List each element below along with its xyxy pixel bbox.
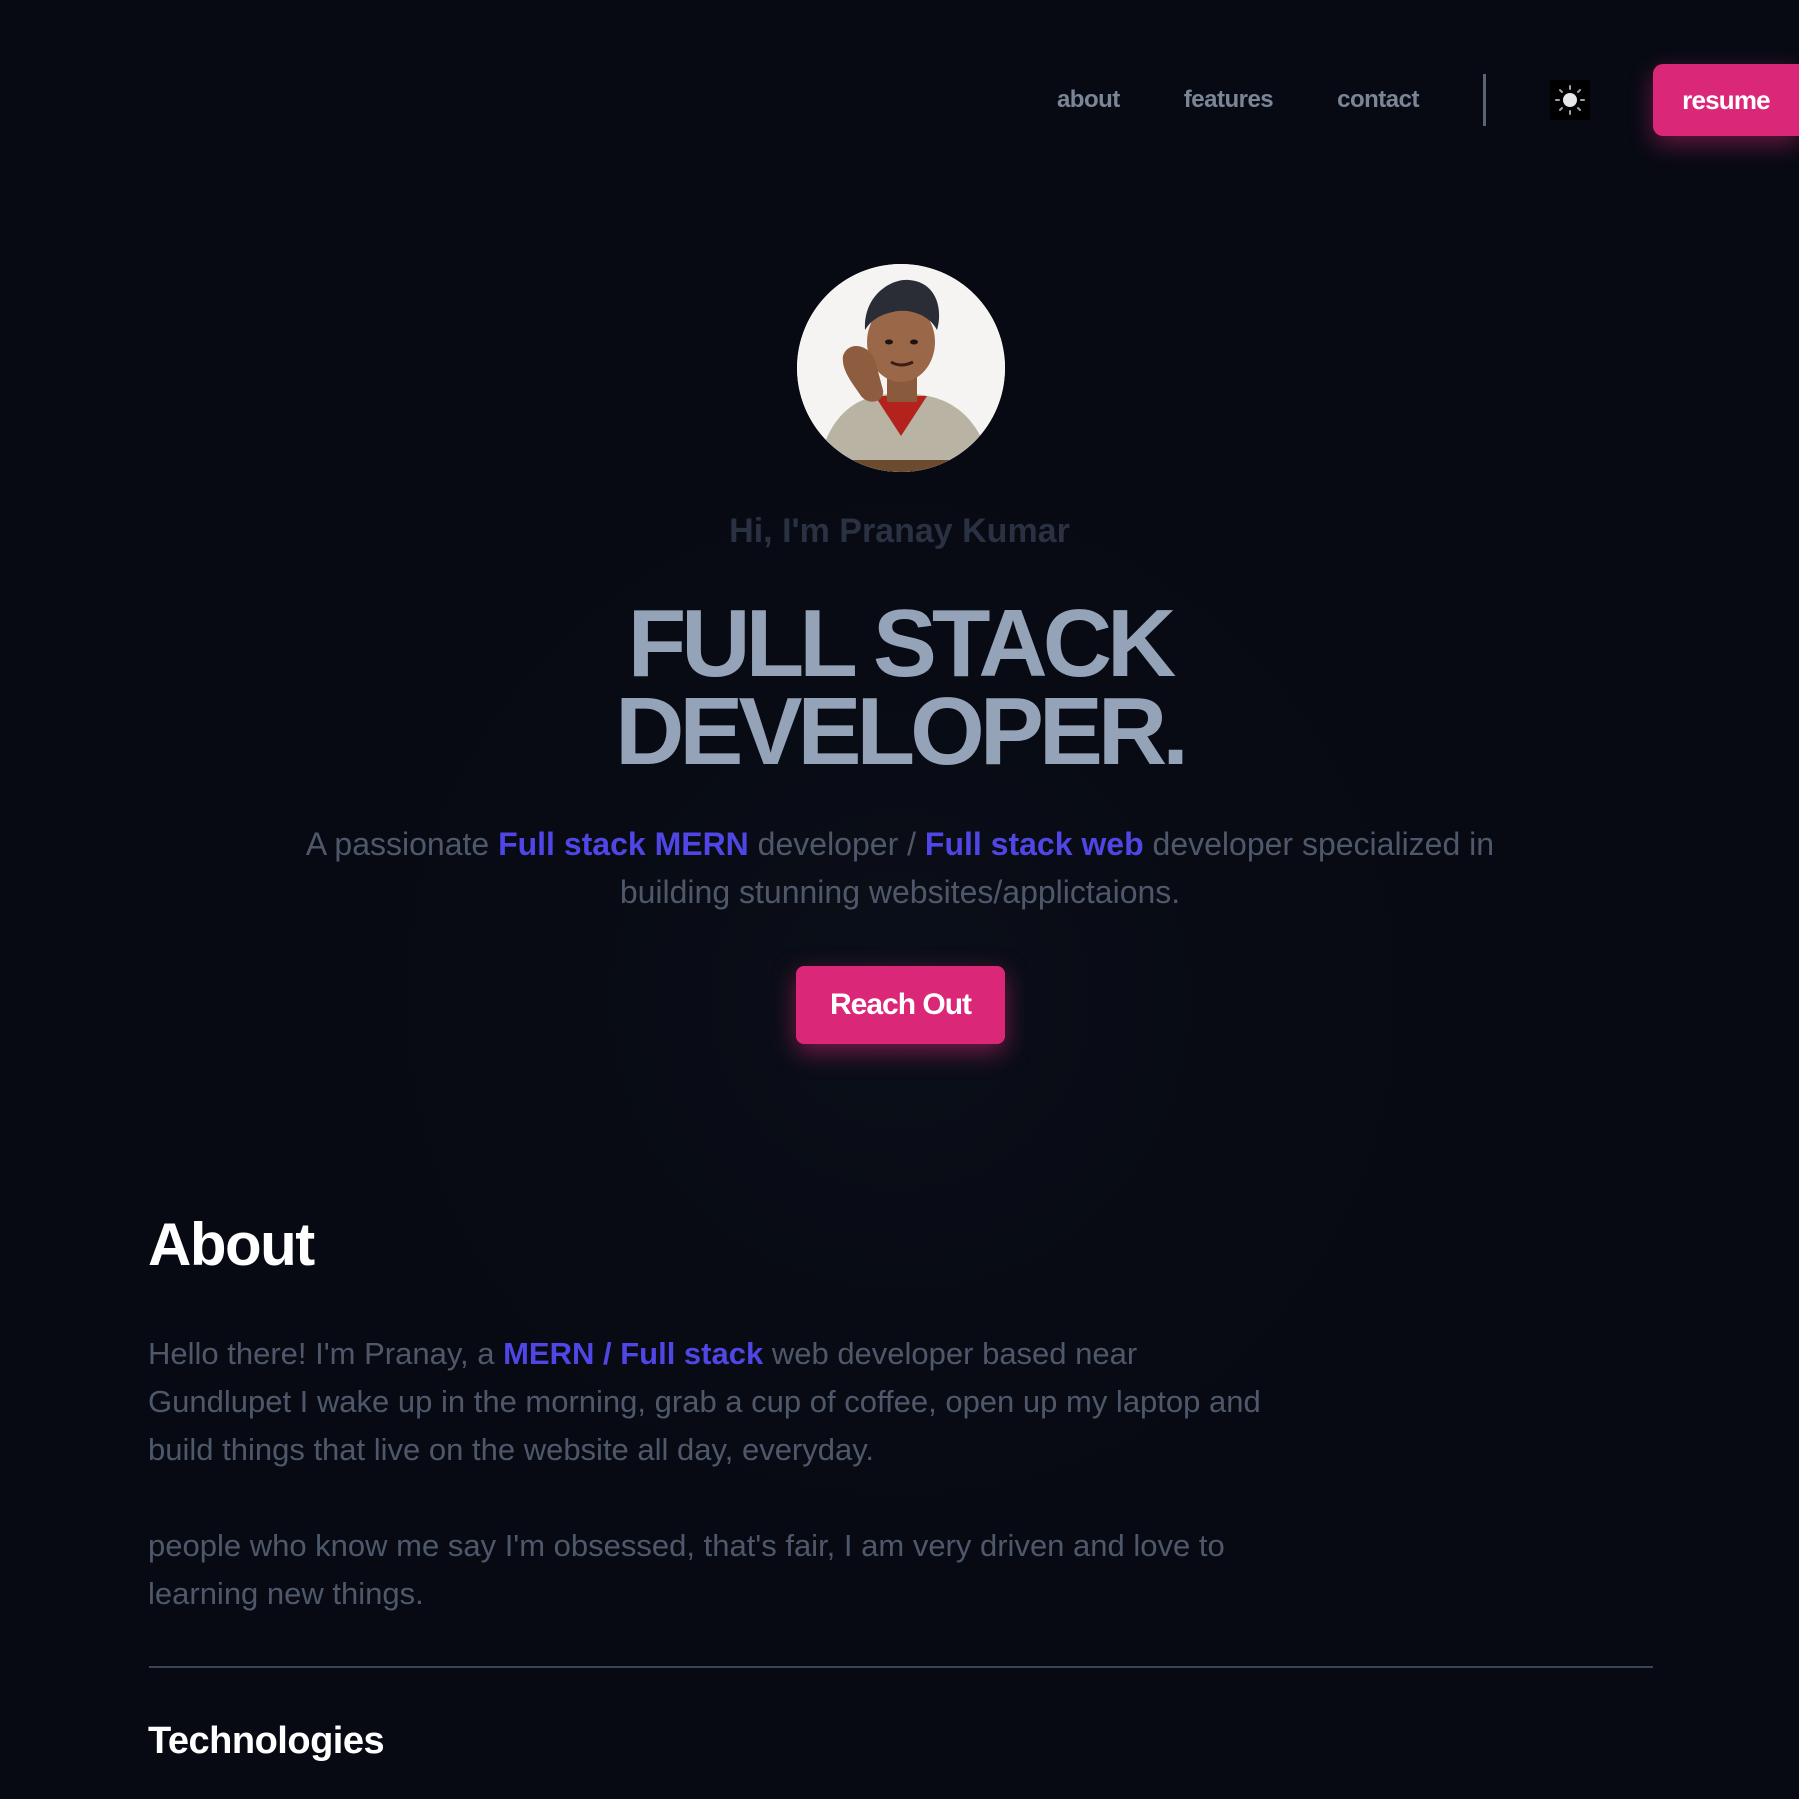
nav-link-about[interactable]: about	[1057, 86, 1120, 114]
profile-avatar	[797, 264, 1005, 472]
about-p1-highlight: MERN / Full stack	[503, 1336, 764, 1371]
headline-line-1: FULL STACK	[627, 590, 1177, 697]
tagline-text-2: developer /	[748, 826, 925, 862]
hero-tagline: A passionate Full stack MERN developer /…	[300, 820, 1500, 916]
section-divider	[149, 1666, 1653, 1668]
about-paragraph-1: Hello there! I'm Pranay, a MERN / Full s…	[148, 1330, 1288, 1474]
resume-button[interactable]: resume	[1653, 64, 1799, 136]
sun-icon	[1555, 85, 1585, 115]
nav-divider	[1483, 74, 1486, 126]
about-paragraph-2: people who know me say I'm obsessed, tha…	[148, 1528, 1225, 1611]
about-p1-text-before: Hello there! I'm Pranay, a	[148, 1336, 504, 1371]
hero-greeting: Hi, I'm Pranay Kumar	[729, 512, 1070, 550]
tagline-highlight-2: Full stack web	[924, 826, 1144, 862]
tagline-highlight-1: Full stack MERN	[498, 826, 749, 862]
profile-photo	[797, 264, 1005, 472]
nav-link-contact[interactable]: contact	[1337, 86, 1419, 114]
top-nav: about features contact resume	[1057, 64, 1799, 136]
nav-link-features[interactable]: features	[1184, 86, 1274, 114]
theme-toggle-button[interactable]	[1550, 80, 1590, 120]
about-heading: About	[148, 1211, 315, 1278]
reach-out-button[interactable]: Reach Out	[796, 966, 1005, 1044]
tagline-text-1: A passionate	[305, 826, 499, 862]
hero-headline: FULL STACK DEVELOPER.	[0, 590, 1799, 785]
headline-line-2: DEVELOPER.	[615, 678, 1189, 785]
technologies-heading: Technologies	[148, 1720, 385, 1762]
portfolio-page: about features contact resume Hi, I'm Pr…	[0, 0, 1799, 1799]
